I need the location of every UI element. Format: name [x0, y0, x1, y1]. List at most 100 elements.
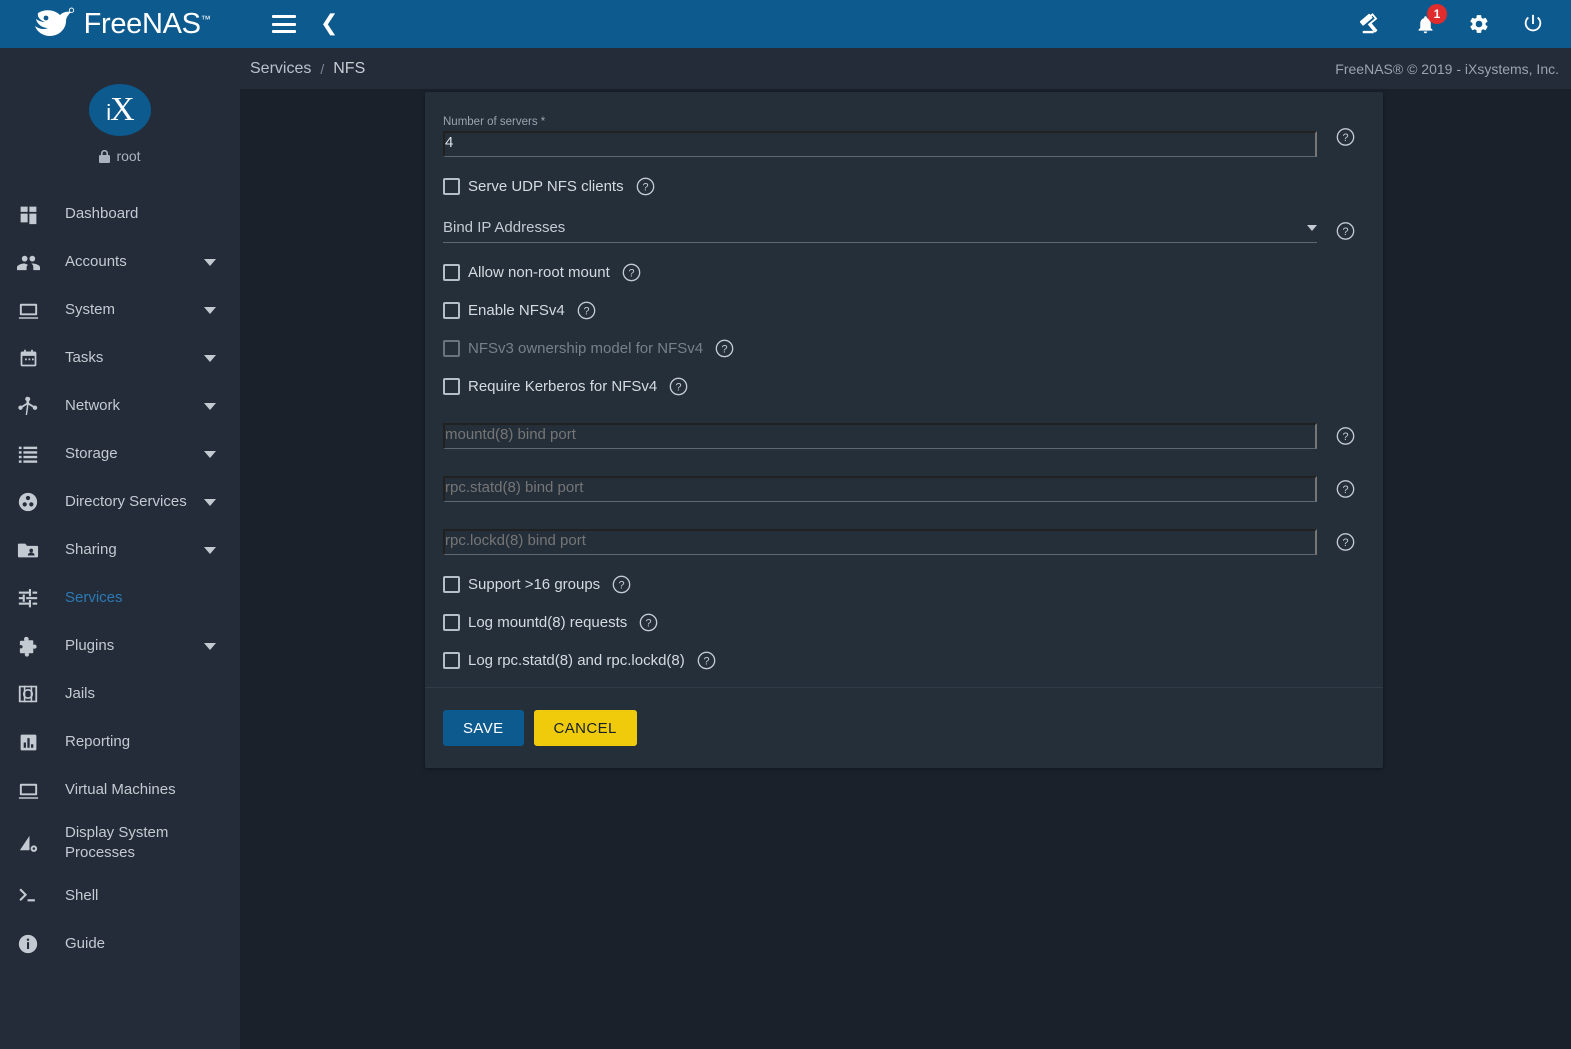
svg-text:?: ?: [1342, 537, 1348, 549]
question-mark-circle-icon[interactable]: ?: [697, 651, 716, 670]
sidebar-item-accounts[interactable]: Accounts: [0, 238, 240, 286]
bell-icon[interactable]: 1: [1411, 4, 1447, 38]
folder-share-icon: [13, 536, 43, 564]
chevron-down-icon[interactable]: [204, 306, 216, 314]
network-node-icon: [13, 392, 43, 420]
chevron-down-icon[interactable]: [204, 498, 216, 506]
allow-non-root-mount-checkbox[interactable]: [443, 263, 460, 281]
number-of-servers-input[interactable]: [443, 131, 1317, 157]
log-rpc-statd-lockd-checkbox[interactable]: [443, 651, 460, 669]
svg-text:?: ?: [1342, 226, 1348, 238]
question-mark-circle-icon[interactable]: ?: [1336, 480, 1355, 499]
question-mark-circle-icon[interactable]: ?: [1336, 427, 1355, 446]
enable-nfsv4-checkbox[interactable]: [443, 301, 460, 319]
nfsv3-ownership-model-row: NFSv3 ownership model for NFSv4 ?: [443, 329, 1363, 367]
sidebar-item-plugins[interactable]: Plugins: [0, 622, 240, 670]
sidebar-item-label: Storage: [65, 444, 118, 462]
sidebar-item-label: System: [65, 300, 116, 318]
svg-text:?: ?: [1342, 132, 1348, 144]
brand-logo[interactable]: FreeNAS™: [0, 0, 240, 48]
chevron-down-icon[interactable]: [204, 642, 216, 650]
username-row: root: [99, 148, 141, 164]
svg-text:?: ?: [722, 343, 728, 355]
log-mountd-requests-row[interactable]: Log mountd(8) requests ?: [443, 603, 1363, 641]
sidebar-item-sharing[interactable]: Sharing: [0, 526, 240, 574]
sidebar-item-label: Reporting: [65, 732, 131, 750]
sidebar-item-shell[interactable]: Shell: [0, 872, 240, 920]
breadcrumb-parent[interactable]: Services: [250, 60, 311, 78]
power-icon[interactable]: [1519, 10, 1547, 38]
topbar-right-controls: 1: [1357, 4, 1571, 38]
log-mountd-requests-checkbox[interactable]: [443, 613, 460, 631]
question-mark-circle-icon[interactable]: ?: [715, 339, 734, 358]
require-kerberos-checkbox[interactable]: [443, 377, 460, 395]
rpc-statd-bind-port-input[interactable]: [443, 476, 1317, 502]
sidebar-item-label: Guide: [65, 934, 106, 952]
question-mark-circle-icon[interactable]: ?: [636, 177, 655, 196]
rpc-lockd-bind-port-input[interactable]: [443, 529, 1317, 555]
avatar[interactable]: iX: [89, 84, 151, 136]
main-content: Number of servers * ? Serve UDP NFS clie…: [240, 89, 1571, 1049]
dashboard-icon: [13, 200, 43, 228]
sidebar-item-system[interactable]: System: [0, 286, 240, 334]
mountd-bind-port-input[interactable]: [443, 423, 1317, 449]
enable-nfsv4-row[interactable]: Enable NFSv4 ?: [443, 291, 1363, 329]
sidebar-item-storage[interactable]: Storage: [0, 430, 240, 478]
allow-non-root-mount-row[interactable]: Allow non-root mount ?: [443, 253, 1363, 291]
cancel-button[interactable]: CANCEL: [533, 710, 637, 746]
format-paint-icon[interactable]: [1357, 10, 1385, 38]
require-kerberos-label: Require Kerberos for NFSv4: [468, 377, 658, 395]
form-body: Number of servers * ? Serve UDP NFS clie…: [425, 92, 1383, 687]
monitor-icon: [13, 296, 43, 324]
chevron-down-icon[interactable]: [1307, 225, 1317, 231]
chevron-down-icon[interactable]: [204, 546, 216, 554]
sidebar-item-reporting[interactable]: Reporting: [0, 718, 240, 766]
monitor-icon: [13, 776, 43, 804]
question-mark-circle-icon[interactable]: ?: [622, 263, 641, 282]
question-mark-circle-icon[interactable]: ?: [612, 575, 631, 594]
gear-icon[interactable]: [1465, 10, 1493, 38]
question-mark-circle-icon[interactable]: ?: [1336, 533, 1355, 552]
freenas-fish-logo-icon: [34, 7, 74, 36]
breadcrumb-bar: Services / NFS FreeNAS® © 2019 - iXsyste…: [240, 48, 1571, 89]
sidebar-item-guide[interactable]: Guide: [0, 920, 240, 968]
question-mark-circle-icon[interactable]: ?: [1336, 222, 1355, 241]
chevron-down-icon[interactable]: [204, 402, 216, 410]
log-rpc-statd-lockd-row[interactable]: Log rpc.statd(8) and rpc.lockd(8) ?: [443, 641, 1363, 679]
chevron-down-icon[interactable]: [204, 354, 216, 362]
sidebar-item-services[interactable]: Services: [0, 574, 240, 622]
support-16-groups-label: Support >16 groups: [468, 575, 601, 593]
question-mark-circle-icon[interactable]: ?: [669, 377, 688, 396]
svg-text:?: ?: [642, 181, 648, 193]
question-mark-circle-icon[interactable]: ?: [577, 301, 596, 320]
sidebar-item-virtual-machines[interactable]: Virtual Machines: [0, 766, 240, 814]
require-kerberos-row[interactable]: Require Kerberos for NFSv4 ?: [443, 367, 1363, 405]
sidebar-item-jails[interactable]: Jails: [0, 670, 240, 718]
breadcrumb: Services / NFS: [250, 60, 365, 78]
serve-udp-nfs-clients-checkbox[interactable]: [443, 177, 460, 195]
chevron-down-icon[interactable]: [204, 258, 216, 266]
hamburger-menu-icon[interactable]: [272, 15, 296, 33]
chevron-left-icon[interactable]: ❮: [320, 13, 338, 35]
directory-services-icon: [13, 488, 43, 516]
rpc-lockd-bind-port-field: ?: [443, 529, 1363, 555]
bind-ip-addresses-select[interactable]: Bind IP Addresses: [443, 219, 1317, 243]
save-button[interactable]: SAVE: [443, 710, 524, 746]
svg-text:?: ?: [646, 617, 652, 629]
question-mark-circle-icon[interactable]: ?: [639, 613, 658, 632]
sidebar-item-label: Shell: [65, 886, 99, 904]
sidebar-item-dashboard[interactable]: Dashboard: [0, 190, 240, 238]
sidebar-item-tasks[interactable]: Tasks: [0, 334, 240, 382]
question-mark-circle-icon[interactable]: ?: [1336, 127, 1355, 146]
sidebar-item-directory-services[interactable]: Directory Services: [0, 478, 240, 526]
sidebar-item-display-system-processes[interactable]: Display System Processes: [0, 814, 240, 872]
terminal-icon: [13, 882, 43, 910]
chevron-down-icon[interactable]: [204, 450, 216, 458]
svg-text:?: ?: [703, 655, 709, 667]
support-16-groups-row[interactable]: Support >16 groups ?: [443, 565, 1363, 603]
brand-trademark: ™: [200, 13, 211, 25]
sidebar-item-network[interactable]: Network: [0, 382, 240, 430]
support-16-groups-checkbox[interactable]: [443, 575, 460, 593]
allow-non-root-mount-label: Allow non-root mount: [468, 263, 610, 281]
serve-udp-nfs-clients-row[interactable]: Serve UDP NFS clients ?: [443, 167, 1363, 205]
